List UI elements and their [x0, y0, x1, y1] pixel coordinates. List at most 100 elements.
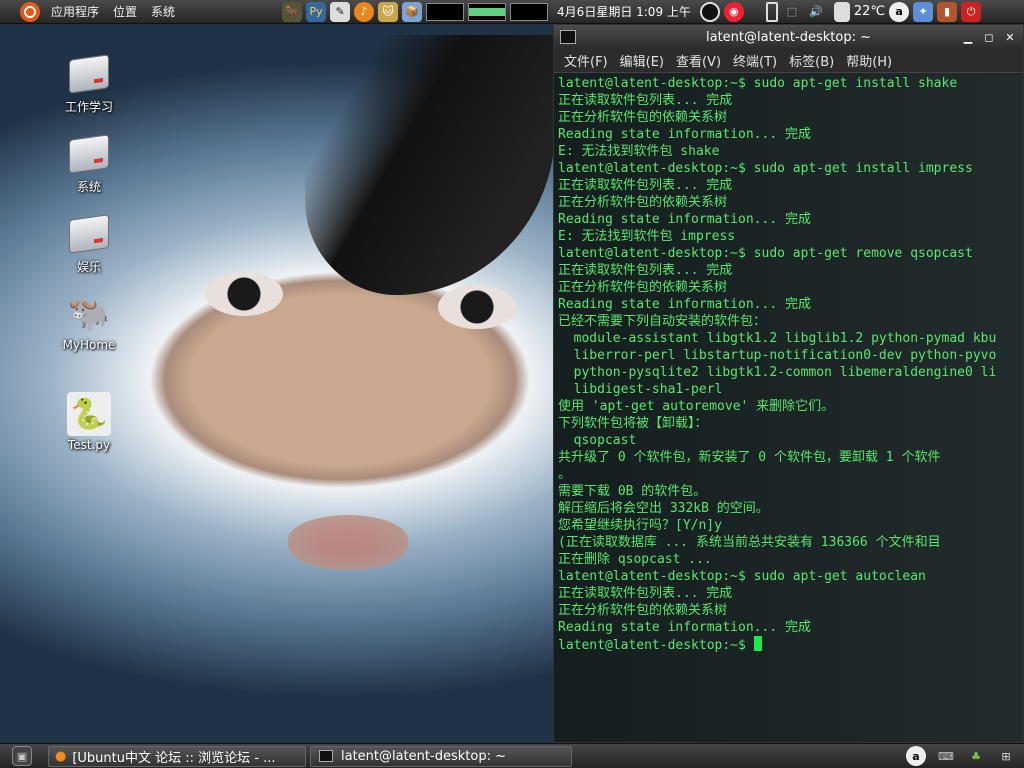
terminal-line: qsopcast — [558, 433, 637, 448]
desktop-icon-myhome[interactable]: 🐃 MyHome — [49, 292, 129, 352]
menu-tabs[interactable]: 标签(B) — [783, 51, 840, 70]
desktop-icon-label: 系统 — [76, 180, 101, 194]
pidgin-icon[interactable]: ♣ — [966, 746, 986, 766]
user-icon[interactable]: a — [889, 1, 910, 22]
python-file-icon: 🐍 — [67, 392, 111, 436]
terminal-line: 正在分析软件包的依赖关系树 — [558, 195, 728, 210]
browser-icon[interactable]: ◉ — [723, 1, 744, 22]
cat-launcher-icon[interactable]: 🐱 — [378, 1, 399, 22]
terminal-line: E: 无法找到软件包 impress — [558, 229, 736, 244]
book-icon[interactable]: ▮ — [937, 1, 958, 22]
keyboard-icon[interactable]: ⌨ — [936, 746, 956, 766]
terminal-line: libdigest-sha1-perl — [558, 382, 723, 397]
terminal-line: 正在删除 qsopcast ... — [558, 552, 712, 567]
phone-icon[interactable] — [765, 1, 778, 22]
desktop-icon-system[interactable]: 系统 — [49, 132, 129, 195]
menu-system[interactable]: 系统 — [144, 3, 182, 20]
close-button[interactable]: ✕ — [1001, 29, 1019, 45]
menu-edit[interactable]: 编辑(E) — [614, 51, 670, 70]
firefox-icon: ● — [55, 748, 67, 764]
wallpaper-mouth — [288, 515, 408, 570]
terminal-line: Reading state information... 完成 — [558, 127, 811, 142]
wallpaper-hair — [305, 35, 555, 295]
minimize-button[interactable]: ▁ — [959, 29, 977, 45]
terminal-line: Reading state information... 完成 — [558, 297, 811, 312]
terminal-line: 下列软件包将被【卸载】： — [558, 416, 708, 431]
terminal-line: 正在读取软件包列表... 完成 — [558, 263, 733, 278]
network-status-icon[interactable]: ⊞ — [996, 746, 1016, 766]
show-desktop-icon[interactable]: ▣ — [12, 746, 32, 766]
terminal-window[interactable]: latent@latent-desktop: ~ ▁ ◻ ✕ 文件(F) 编辑(… — [553, 24, 1024, 743]
terminal-line: 正在分析软件包的依赖关系树 — [558, 110, 728, 125]
terminal-cursor — [753, 636, 762, 651]
desktop-icon-label: 娱乐 — [76, 260, 101, 274]
terminal-line: 使用 'apt-get autoremove' 来删除它们。 — [558, 399, 835, 414]
terminal-line: 正在分析软件包的依赖关系树 — [558, 603, 728, 618]
weather-temperature[interactable]: 22℃ — [852, 4, 887, 19]
desktop-icon-test-py[interactable]: 🐍 Test.py — [49, 392, 129, 452]
terminal-prompt: latent@latent-desktop:~$ — [558, 638, 754, 653]
menu-applications[interactable]: 应用程序 — [44, 3, 106, 20]
cpu-monitor[interactable] — [426, 2, 465, 21]
screenshot-icon[interactable]: ⬚ — [782, 2, 802, 22]
terminal-line: module-assistant libgtk1.2 libglib1.2 py… — [558, 331, 997, 346]
ubuntu-logo-icon[interactable] — [20, 1, 40, 22]
menu-help[interactable]: 帮助(H) — [840, 51, 898, 70]
memory-monitor[interactable] — [468, 2, 507, 21]
maximize-button[interactable]: ◻ — [980, 29, 998, 45]
system-tray: a ⌨ ♣ ⊞ — [904, 746, 1024, 766]
terminal-prompt-line: latent@latent-desktop:~$ — [558, 636, 1023, 654]
menu-view[interactable]: 查看(V) — [670, 51, 727, 70]
terminal-line: 正在读取软件包列表... 完成 — [558, 178, 733, 193]
logout-icon[interactable]: ⏻ — [961, 1, 982, 22]
menu-file[interactable]: 文件(F) — [558, 51, 614, 70]
menu-places[interactable]: 位置 — [106, 3, 144, 20]
terminal-line: liberror-perl libstartup-notification0-d… — [558, 348, 997, 363]
bottom-panel: ▣ ● [Ubuntu中文 论坛 :: 浏览论坛 - ... latent@la… — [0, 743, 1024, 768]
desktop-icon-label: Test.py — [67, 438, 111, 452]
terminal-line: 正在读取软件包列表... 完成 — [558, 586, 733, 601]
terminal-titlebar[interactable]: latent@latent-desktop: ~ ▁ ◻ ✕ — [554, 25, 1023, 49]
script-launcher-icon[interactable]: ✎ — [330, 1, 351, 22]
top-panel: 应用程序 位置 系统 🐂 Py ✎ ♪ 🐱 📦 4月6日星期日 1:09 上午 … — [0, 0, 1024, 24]
circle-app-icon[interactable] — [699, 1, 720, 22]
terminal-line: 已经不需要下列自动安装的软件包： — [558, 314, 767, 329]
volume-icon[interactable]: 🔊 — [806, 2, 826, 22]
desktop-icon-entertainment[interactable]: 娱乐 — [49, 212, 129, 275]
terminal-line: 正在读取软件包列表... 完成 — [558, 93, 733, 108]
terminal-line: 您希望继续执行吗？[Y/n]y — [558, 518, 722, 533]
terminal-line: 需要下载 0B 的软件包。 — [558, 484, 707, 499]
gnu-head-icon: 🐃 — [67, 294, 111, 334]
cow-launcher-icon[interactable]: 🐂 — [282, 1, 303, 22]
weather-icon[interactable] — [833, 1, 850, 22]
media-launcher-icon[interactable]: ♪ — [354, 1, 375, 22]
wallpaper-eye-right — [438, 285, 516, 329]
terminal-line: Reading state information... 完成 — [558, 620, 811, 635]
taskbar-item-label: latent@latent-desktop: ~ — [341, 748, 506, 764]
terminal-line: (正在读取数据库 ... 系统当前总共安装有 136366 个文件和目 — [558, 535, 941, 550]
terminal-task-icon — [319, 750, 333, 762]
python-launcher-icon[interactable]: Py — [306, 1, 327, 22]
terminal-output[interactable]: latent@latent-desktop:~$ sudo apt-get in… — [554, 73, 1023, 742]
terminal-lines: latent@latent-desktop:~$ sudo apt-get in… — [554, 73, 1023, 654]
input-method-icon[interactable]: a — [906, 746, 926, 766]
desktop-icon-label: 工作学习 — [64, 100, 113, 114]
taskbar-item-terminal[interactable]: latent@latent-desktop: ~ — [310, 745, 572, 767]
terminal-line: 解压缩后将会空出 332kB 的空间。 — [558, 501, 769, 516]
terminal-line: latent@latent-desktop:~$ sudo apt-get in… — [558, 161, 973, 176]
drive-icon — [67, 52, 111, 96]
package-launcher-icon[interactable]: 📦 — [402, 1, 423, 22]
terminal-menubar: 文件(F) 编辑(E) 查看(V) 终端(T) 标签(B) 帮助(H) — [554, 49, 1023, 73]
terminal-line: E: 无法找到软件包 shake — [558, 144, 720, 159]
drive-icon — [67, 132, 111, 176]
terminal-line: latent@latent-desktop:~$ sudo apt-get au… — [558, 569, 926, 584]
network-tray-icon[interactable]: ✦ — [913, 1, 934, 22]
desktop-icon-work[interactable]: 工作学习 — [49, 52, 129, 115]
taskbar-item-browser[interactable]: ● [Ubuntu中文 论坛 :: 浏览论坛 - ... — [48, 745, 306, 767]
menu-terminal[interactable]: 终端(T) — [727, 51, 783, 70]
taskbar-item-label: [Ubuntu中文 论坛 :: 浏览论坛 - ... — [72, 750, 276, 766]
terminal-line: Reading state information... 完成 — [558, 212, 811, 227]
terminal-line: latent@latent-desktop:~$ sudo apt-get re… — [558, 246, 973, 261]
network-monitor[interactable] — [510, 2, 549, 21]
clock[interactable]: 4月6日星期日 1:09 上午 — [550, 3, 698, 20]
